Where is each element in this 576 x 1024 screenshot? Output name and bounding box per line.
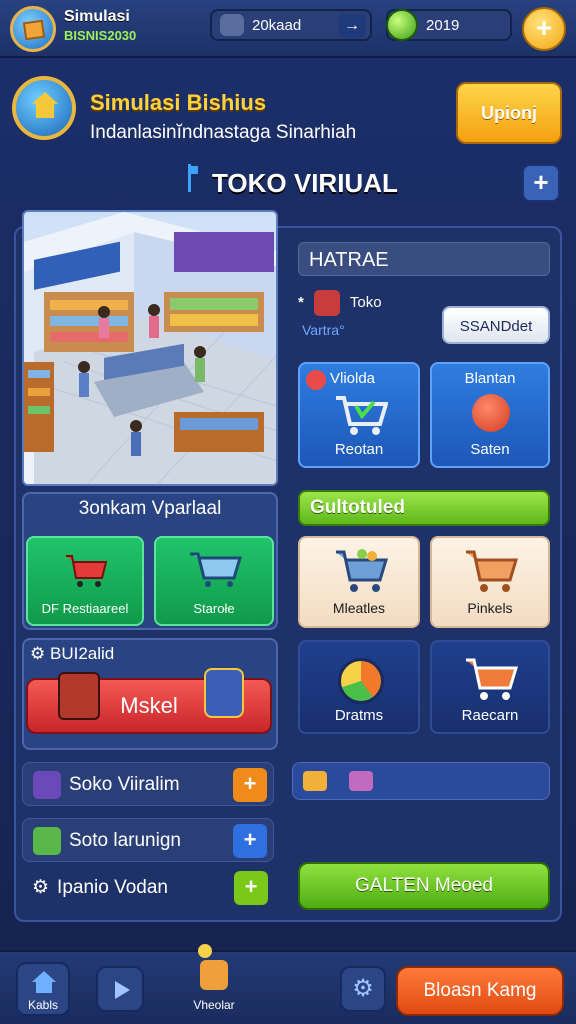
grid-icon — [349, 771, 373, 791]
list-item[interactable]: Soko Viiralim + — [22, 762, 274, 806]
business-description: Indanlasinĭndnastaga Sinarhiah — [90, 122, 357, 143]
go-button[interactable]: GALTEN Meoed — [298, 862, 550, 910]
play-icon — [115, 981, 130, 999]
home-label: Kabls — [27, 998, 59, 1012]
tile-restiaareel[interactable]: DF Restiaareel — [26, 536, 144, 626]
shop-kiosk-icon — [204, 668, 244, 718]
tile-pinkels[interactable]: Pinkels — [430, 536, 550, 628]
tile-label: DF Restiaareel — [41, 601, 129, 616]
section-bar[interactable]: Gultotuled — [298, 490, 550, 526]
home-button[interactable]: Kabls — [16, 962, 70, 1016]
tile-title: Vliolda — [330, 370, 376, 387]
pie-icon — [338, 658, 384, 704]
list-item[interactable]: Soto larunign + — [22, 818, 274, 862]
cart-icon — [190, 552, 243, 587]
section2-label: BUI2alid — [49, 644, 115, 663]
currency-value: 2019 — [426, 17, 460, 34]
add-button[interactable]: + — [233, 824, 267, 858]
store-illustration — [22, 210, 278, 486]
gear-icon: ⚙ — [32, 877, 50, 898]
business-logo — [12, 76, 76, 140]
tile-label: Starołe — [193, 601, 235, 616]
add-button[interactable]: + — [522, 164, 560, 202]
settings-button[interactable]: ⚙ — [340, 966, 386, 1012]
business-title: Simulasi Bishius — [90, 90, 267, 115]
avatar — [220, 14, 244, 36]
machine-icon — [58, 672, 100, 720]
app-logo[interactable] — [10, 6, 56, 52]
tile-label: Mleatles — [332, 600, 386, 616]
tile-dratms[interactable]: Dratms — [298, 640, 420, 734]
cart-icon — [466, 658, 519, 700]
tile-label: Pinkels — [467, 600, 513, 616]
tile-label: Raecarn — [461, 707, 519, 724]
app-title: Simulasi — [64, 8, 130, 25]
add-button[interactable]: + — [234, 871, 268, 905]
shop-icon — [314, 290, 341, 316]
vartra-label: Vartra° — [302, 322, 345, 338]
badge-icon — [306, 370, 326, 390]
store-title: TOKO VIRIUAL — [212, 168, 398, 198]
left-panel-title: 3onkam Vparlaal — [78, 498, 222, 519]
cart-icon — [466, 550, 518, 592]
list-label: Soko Viiralim — [69, 774, 180, 795]
list-label: Ipanio Vodan — [57, 877, 168, 898]
player-pill[interactable]: 20kaad → — [210, 9, 372, 41]
cart-icon — [336, 549, 388, 592]
tile-starole[interactable]: Starołe — [154, 536, 274, 626]
tile-vliolda[interactable]: Vliolda Reotan — [298, 362, 420, 468]
store-icon — [33, 770, 61, 799]
panel-heading: HATRAE — [298, 242, 550, 276]
tile-mleatles[interactable]: Mleatles — [298, 536, 420, 628]
upgrade-button[interactable]: Upionj — [456, 82, 562, 144]
main-action-button[interactable]: Bloasn Kamg — [396, 966, 564, 1016]
add-currency-button[interactable]: + — [522, 7, 566, 51]
inventory-bar[interactable] — [292, 762, 550, 800]
toko-label: Toko — [349, 293, 382, 311]
star-icon: * — [298, 293, 304, 311]
tile-label: Saten — [470, 441, 510, 458]
arrow-icon[interactable]: → — [338, 14, 366, 38]
crate-icon — [303, 771, 327, 791]
tile-label: Reotan — [334, 441, 384, 458]
target-icon — [472, 394, 510, 432]
list-label: Soto larunign — [69, 830, 181, 851]
gem-icon — [386, 9, 418, 41]
section2-title: ⚙ BUI2alid — [30, 644, 114, 664]
gear-icon: ⚙ — [30, 644, 46, 663]
gear-icon: ⚙ — [352, 975, 374, 1002]
home-icon — [32, 971, 56, 993]
tile-raecarn[interactable]: Raecarn — [430, 640, 550, 734]
cart-icon — [336, 396, 388, 435]
center-label: Vheolar — [193, 998, 235, 1012]
app-subtitle: BISNIS2030 — [64, 28, 137, 43]
toko-row: * Toko — [298, 290, 382, 316]
basket-icon — [66, 555, 108, 587]
currency-pill[interactable]: 2019 — [386, 9, 512, 41]
list-item[interactable]: ⚙ Ipanio Vodan + — [22, 866, 274, 910]
tile-label: Dratms — [334, 707, 384, 724]
flag-icon — [188, 164, 198, 192]
filter-pill[interactable]: SSANDdet — [442, 306, 550, 344]
leaf-icon — [33, 826, 61, 855]
tile-title: Blantan — [464, 370, 516, 387]
tile-blantan[interactable]: Blantan Saten — [430, 362, 550, 468]
character-icon[interactable] — [190, 944, 236, 994]
add-button[interactable]: + — [233, 768, 267, 802]
player-name: 20kaad — [252, 17, 302, 34]
play-button[interactable] — [96, 966, 144, 1012]
